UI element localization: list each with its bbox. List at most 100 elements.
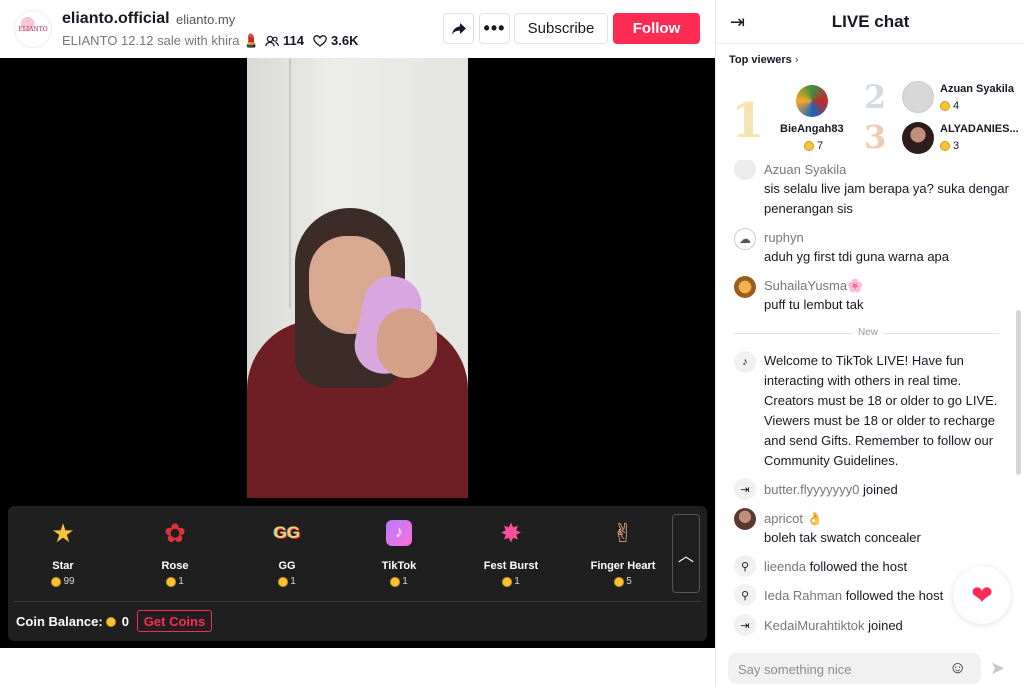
- rose-gift-icon: ✿: [164, 518, 186, 548]
- gift-tiktok[interactable]: ♪ TikTok 1: [354, 514, 444, 594]
- rank-3-badge: 3: [864, 118, 887, 156]
- gift-price-value: 1: [178, 576, 184, 587]
- gift-finger-heart[interactable]: ✌ Finger Heart 5: [578, 514, 668, 594]
- follow-icon: ⚲: [734, 584, 756, 606]
- share-arrow-icon: [451, 22, 466, 35]
- chat-message-text: boleh tak swatch concealer: [764, 530, 921, 545]
- gift-fest-burst[interactable]: ✸ Fest Burst 1: [466, 514, 556, 594]
- collapse-chat-icon[interactable]: ⇥: [730, 12, 745, 33]
- chat-username[interactable]: apricot 👌: [764, 511, 823, 527]
- gift-price-value: 5: [626, 576, 632, 587]
- event-action: joined: [868, 618, 903, 633]
- coin-balance-value: 0: [121, 614, 129, 629]
- follow-event: lieenda followed the host: [764, 559, 907, 574]
- event-username[interactable]: KedaiMurahtiktok: [764, 618, 864, 633]
- coin-icon: [614, 576, 625, 587]
- gift-price: 99: [18, 576, 108, 587]
- top-viewer-3-coins: 3: [940, 140, 959, 152]
- coin-balance-label: Coin Balance:: [16, 614, 103, 629]
- coin-icon: [940, 141, 950, 151]
- gift-name: GG: [278, 560, 296, 572]
- video-background-wall: [289, 58, 291, 308]
- more-options-button[interactable]: •••: [479, 13, 510, 44]
- viewers-icon: [265, 35, 279, 46]
- top-viewer-1-name[interactable]: BieAngah83: [780, 123, 844, 135]
- gift-gg[interactable]: GG GG 1: [242, 514, 332, 594]
- welcome-message: Welcome to TikTok LIVE! Have fun interac…: [764, 353, 998, 468]
- join-icon: ⇥: [734, 614, 756, 636]
- chat-title: LIVE chat: [831, 12, 910, 31]
- host-avatar[interactable]: ELIANTO: [14, 10, 52, 48]
- gg-gift-icon: GG: [273, 523, 301, 542]
- live-header: ELIANTO elianto.official elianto.my ELIA…: [0, 0, 715, 58]
- join-event: KedaiMurahtiktok joined: [764, 618, 903, 633]
- host-handle[interactable]: elianto.my: [176, 12, 235, 27]
- top-viewer-2-coins: 4: [940, 100, 959, 112]
- viewer-count-value: 114: [283, 33, 304, 48]
- gift-panel: ★ Star 99 ✿ Rose 1 GG GG 1 ♪ TikTok 1 ✸ …: [8, 506, 707, 641]
- event-username[interactable]: lieenda: [764, 559, 806, 574]
- coin-balance: Coin Balance: 0: [16, 614, 129, 629]
- top-viewer-1-coins: 7: [804, 140, 823, 152]
- like-count-value: 3.6K: [331, 33, 359, 48]
- top-viewer-coins-value: 3: [953, 140, 960, 152]
- coin-icon: [940, 101, 950, 111]
- follow-icon: ⚲: [734, 555, 756, 577]
- finger-heart-gift-icon: ✌: [612, 518, 634, 548]
- live-page: ELIANTO elianto.official elianto.my ELIA…: [0, 0, 1024, 685]
- star-gift-icon: ★: [51, 518, 75, 548]
- heart-outline-icon: [313, 34, 327, 47]
- top-viewer-2-name[interactable]: Azuan Syakila: [940, 83, 1014, 95]
- coin-icon: [51, 576, 62, 587]
- subscribe-button[interactable]: Subscribe: [514, 13, 608, 44]
- chat-message-text: aduh yg first tdi guna warna apa: [764, 249, 950, 264]
- fest-burst-gift-icon: ✸: [500, 518, 522, 548]
- like-count: 3.6K: [313, 33, 358, 48]
- expand-gifts-button[interactable]: ︿: [672, 514, 700, 593]
- user-avatar[interactable]: [734, 276, 756, 298]
- user-avatar[interactable]: [734, 160, 756, 180]
- gift-price-value: 1: [290, 576, 296, 587]
- top-viewer-2-avatar[interactable]: [902, 81, 934, 113]
- coin-icon: [502, 576, 513, 587]
- top-viewer-3-avatar[interactable]: [902, 122, 934, 154]
- tiktok-gift-icon: ♪: [382, 516, 416, 550]
- gift-rose[interactable]: ✿ Rose 1: [130, 514, 220, 594]
- send-like-button[interactable]: ❤: [953, 566, 1011, 624]
- chat-scrollbar[interactable]: [1016, 310, 1021, 475]
- top-viewers-link[interactable]: Top viewers ›: [729, 54, 799, 66]
- chat-input-container: ☺: [728, 653, 981, 684]
- chat-input[interactable]: [738, 659, 938, 679]
- event-action: followed the host: [845, 588, 944, 603]
- video-presenter-hand: [377, 308, 437, 378]
- coin-icon: [278, 576, 289, 587]
- top-viewer-coins-value: 7: [817, 140, 824, 152]
- chat-username[interactable]: Azuan Syakila: [764, 162, 846, 177]
- host-display-name[interactable]: elianto.official: [62, 10, 170, 28]
- follow-button[interactable]: Follow: [613, 13, 700, 44]
- emoji-icon[interactable]: ☺: [949, 658, 966, 678]
- chat-username[interactable]: ruphyn: [764, 230, 804, 245]
- gift-price: 1: [466, 576, 556, 587]
- gift-divider: [14, 601, 701, 602]
- gift-price-value: 1: [514, 576, 520, 587]
- tiktok-logo-icon: ♪: [734, 351, 756, 373]
- event-username[interactable]: Ieda Rahman: [764, 588, 842, 603]
- gift-name: Star: [52, 560, 74, 572]
- share-button[interactable]: [443, 13, 474, 44]
- event-username[interactable]: butter.flyyyyyyy0: [764, 482, 859, 497]
- coin-icon: [804, 141, 814, 151]
- chat-username[interactable]: SuhailaYusma🌸: [764, 278, 863, 294]
- send-icon[interactable]: ➤: [990, 658, 1005, 679]
- gift-star[interactable]: ★ Star 99: [18, 514, 108, 594]
- get-coins-button[interactable]: Get Coins: [137, 610, 212, 632]
- avatar-logo-text: ELIANTO: [18, 25, 48, 33]
- chevron-right-icon: ›: [794, 54, 799, 66]
- gift-price: 1: [242, 576, 332, 587]
- top-viewer-1-avatar[interactable]: [796, 85, 828, 117]
- user-avatar[interactable]: [734, 508, 756, 530]
- user-avatar-default-icon[interactable]: ☁: [734, 228, 756, 250]
- top-viewer-3-name[interactable]: ALYADANIES...: [940, 123, 1019, 135]
- chevron-up-icon: ︿: [677, 547, 694, 565]
- chat-message-text: sis selalu live jam berapa ya? suka deng…: [764, 181, 1009, 216]
